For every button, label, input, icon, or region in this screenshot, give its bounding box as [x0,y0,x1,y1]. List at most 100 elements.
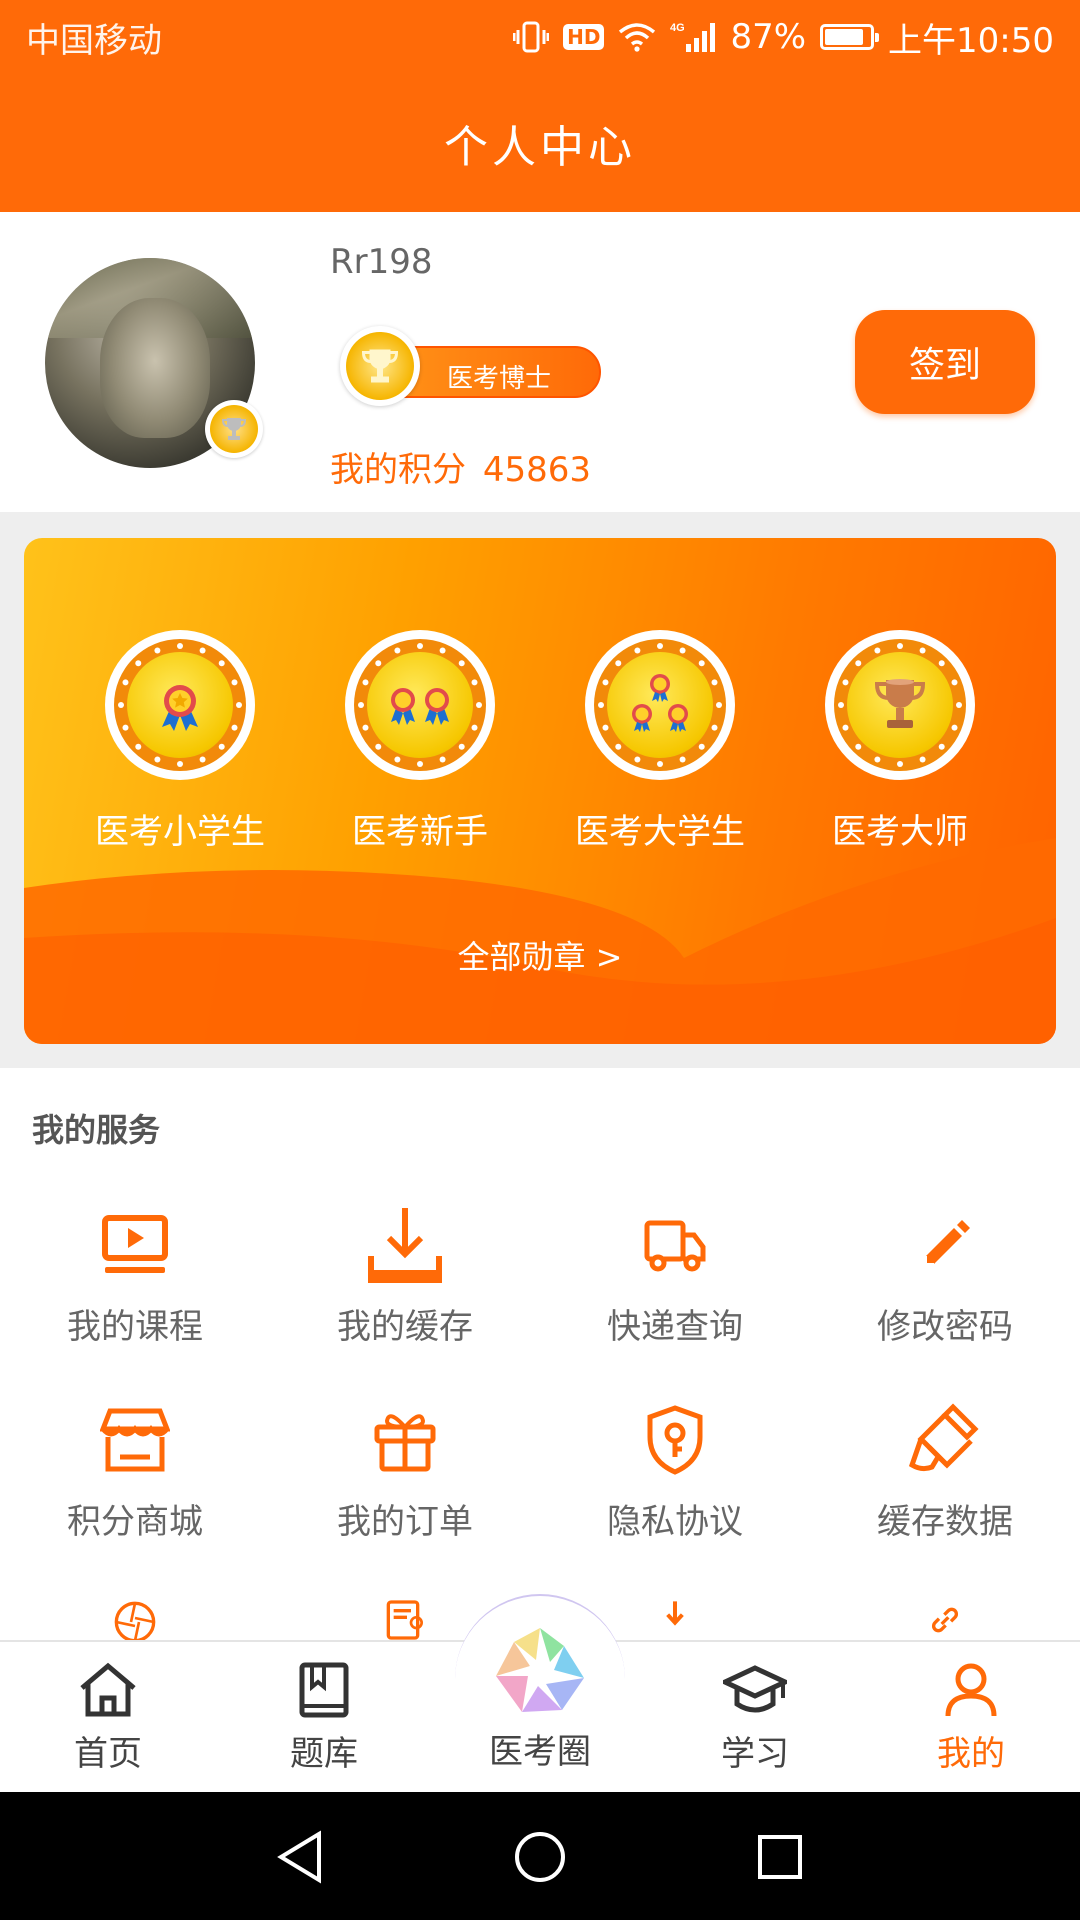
medal-rim-dot [394,756,401,763]
service-my-courses[interactable]: 我的课程 [25,1205,245,1348]
medal-name: 医考大学生 [575,812,745,852]
home-button[interactable] [505,1822,575,1892]
medal-rim-dot [874,647,881,654]
tab-label: 首页 [74,1734,142,1774]
person-icon [945,1663,997,1717]
medal-rim-dot [375,743,382,750]
service-express-tracking[interactable]: 快递查询 [565,1205,785,1348]
tab-mine[interactable]: 我的 [891,1662,1051,1775]
triple-ribbon-medal-icon [585,630,735,780]
pencil-icon [918,1205,972,1285]
medal-rim-dot [657,643,663,649]
rank-title: 医考博士 [447,364,552,394]
medal-item[interactable]: 医考大师 [800,630,1000,853]
status-bar: 中国移动 HD 4G 87% 上午10:50 [0,0,1080,74]
medal-item[interactable]: 医考小学生 [80,630,280,853]
hd-icon: HD [563,24,605,50]
medal-rim-dot [122,724,129,731]
service-row3-item[interactable] [835,1600,1055,1640]
home-circle-icon [515,1832,565,1882]
medal-item[interactable]: 医考大学生 [560,630,760,853]
medal-rim-dot [698,660,705,667]
medal-name: 医考新手 [352,812,488,852]
medal-rim-dot [231,679,238,686]
services-section-title: 我的服务 [32,1111,161,1149]
brush-icon [909,1400,981,1480]
medal-name: 医考大师 [832,812,968,852]
app-header: 个人中心 [0,74,1080,212]
back-button[interactable] [265,1822,335,1892]
medal-rim-dot [951,679,958,686]
medal-rim-dots [838,643,962,767]
service-change-password[interactable]: 修改密码 [835,1205,1055,1348]
medal-rim-dot [657,761,663,767]
tab-question-bank[interactable]: 题库 [244,1662,404,1775]
service-label: 我的课程 [67,1307,203,1347]
medal-rim-dot [919,756,926,763]
tab-label: 题库 [290,1734,358,1774]
shield-key-icon [645,1400,705,1480]
medal-rim-dot [602,724,609,731]
book-icon [299,1662,349,1718]
medal-rim-dot [919,647,926,654]
medal-rim-dot [602,679,609,686]
medal-rim-dot [417,643,423,649]
points-display: 我的积分 45863 [330,442,591,491]
tab-study[interactable]: 学习 [675,1662,835,1775]
tab-home[interactable]: 首页 [28,1662,188,1775]
service-privacy-policy[interactable]: 隐私协议 [565,1400,785,1543]
vibrate-icon [513,20,550,54]
medal-rim-dot [135,743,142,750]
battery-level [825,29,864,45]
points-value: 45863 [482,450,591,490]
document-icon [386,1600,423,1640]
medal-rim-dot [634,756,641,763]
battery-percent: 87% [730,17,807,57]
system-navigation-bar [0,1792,1080,1920]
tab-label: 我的 [937,1734,1005,1774]
back-triangle-icon [277,1830,321,1884]
medal-rim-dot [118,702,124,708]
truck-icon [644,1205,706,1285]
medal-rim-dot [177,643,183,649]
medal-rim-dot [471,679,478,686]
medal-rim-dot [236,702,242,708]
medal-rim-dot [711,724,718,731]
profile-card: Rr198 医考博士 我的积分 45863 签到 [0,212,1080,512]
clock: 上午10:50 [888,20,1054,61]
medal-rim-dot [855,660,862,667]
medal-rim-dot [471,724,478,731]
all-medals-link[interactable]: 全部勋章 > [24,932,1056,978]
medal-rim-dot [135,660,142,667]
trophy-icon [346,332,414,400]
medal-rim-dot [439,756,446,763]
service-points-mall[interactable]: 积分商城 [25,1400,245,1543]
username: Rr198 [330,242,433,282]
service-my-cache[interactable]: 我的缓存 [295,1205,515,1348]
home-icon [80,1662,136,1717]
recents-button[interactable] [745,1822,815,1892]
graduation-cap-icon [723,1665,787,1713]
sign-in-button[interactable]: 签到 [855,310,1035,414]
medal-item[interactable]: 医考新手 [320,630,520,853]
tab-label: 学习 [721,1734,789,1774]
store-icon [100,1400,170,1480]
medal-rim-dot [716,702,722,708]
medal-rim-dot [615,660,622,667]
medal-rim-dot [358,702,364,708]
double-ribbon-medal-icon [345,630,495,780]
service-label: 我的订单 [337,1502,473,1542]
medal-rim-dot [711,679,718,686]
avatar-photo-face [100,298,210,438]
profile-page: 中国移动 HD 4G 87% 上午10:50 个人中心 Rr198 医考博士 我… [0,0,1080,1920]
medal-rim-dot [615,743,622,750]
service-clear-cache[interactable]: 缓存数据 [835,1400,1055,1543]
medal-rim-dot [874,756,881,763]
video-course-icon [102,1205,168,1285]
tab-medical-circle[interactable]: 医考圈 [455,1594,625,1772]
service-row3-item[interactable] [25,1600,245,1640]
medal-rim-dot [362,724,369,731]
service-label: 隐私协议 [607,1502,743,1542]
medal-rim-dot [154,756,161,763]
service-my-orders[interactable]: 我的订单 [295,1400,515,1543]
